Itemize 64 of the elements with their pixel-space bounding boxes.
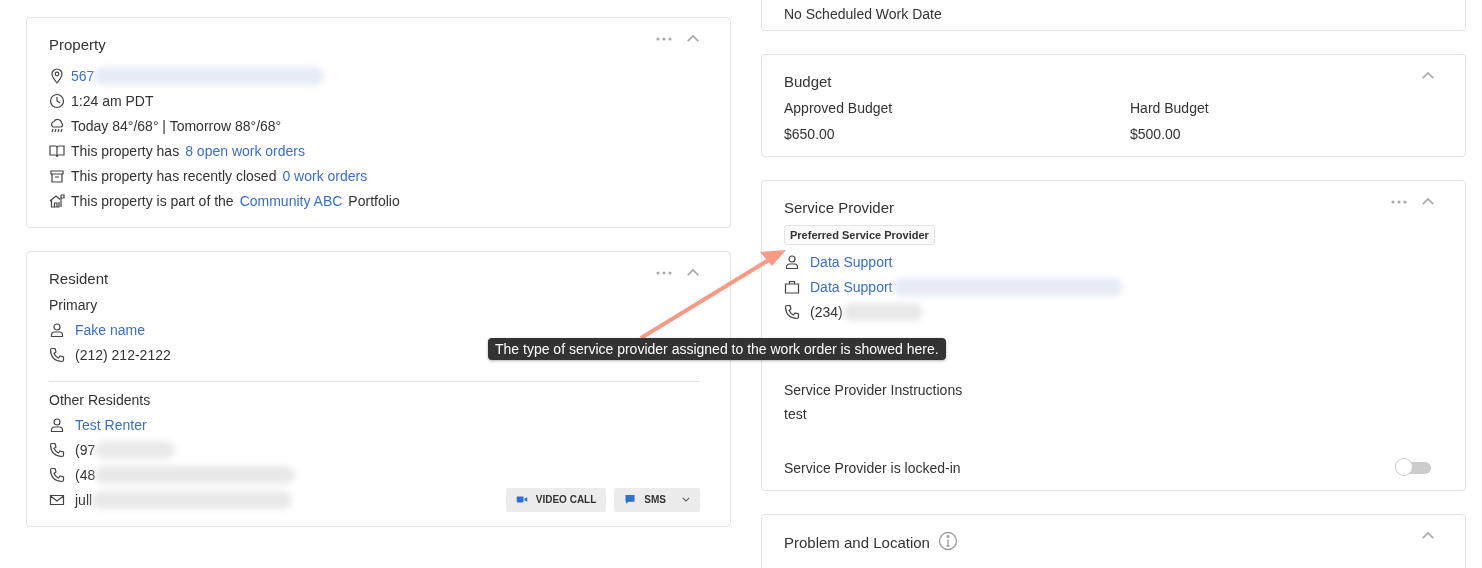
property-link[interactable]: Community ABC: [239, 192, 343, 209]
more-options-icon[interactable]: [1391, 199, 1407, 204]
phone-number: (97: [75, 441, 96, 458]
person-icon: [784, 253, 800, 270]
caret-down-icon: [682, 497, 690, 502]
house-flag-icon: [49, 192, 65, 209]
property-link[interactable]: 567: [71, 67, 95, 84]
section-label: Other Residents: [49, 392, 152, 408]
budget-label: Hard Budget: [1130, 100, 1210, 116]
phone-number: (212) 212-2122: [75, 346, 171, 363]
more-options-icon[interactable]: [656, 36, 672, 41]
property-link[interactable]: 8 open work orders: [185, 142, 305, 159]
email-address: jull: [75, 491, 93, 508]
provider-contact-link[interactable]: Data Support: [810, 253, 893, 270]
property-link[interactable]: 0 work orders: [282, 167, 368, 184]
collapse-icon[interactable]: [1421, 71, 1435, 80]
card-title: Budget: [784, 73, 832, 90]
video-call-button[interactable]: VIDEO CALL: [505, 487, 607, 512]
person-icon: [49, 416, 65, 433]
card-title: Resident: [49, 270, 109, 287]
more-options-icon[interactable]: [656, 270, 672, 275]
phone-icon: [49, 441, 65, 458]
location-pin-icon: [49, 67, 65, 84]
video-camera-icon: [515, 494, 528, 505]
locked-in-label: Service Provider is locked-in: [784, 460, 961, 476]
briefcase-icon: [784, 278, 800, 295]
phone-icon: [49, 466, 65, 483]
phone-icon: [784, 303, 800, 320]
info-text: Portfolio: [348, 192, 400, 209]
tooltip: The type of service provider assigned to the work order is showed here.: [488, 338, 946, 360]
schedule-text: No Scheduled Work Date: [784, 6, 942, 22]
budget-label: Approved Budget: [784, 100, 894, 116]
collapse-icon[interactable]: [686, 268, 700, 277]
budget-value: $650.00: [784, 126, 836, 142]
provider-company-link[interactable]: Data Support: [810, 278, 893, 295]
phone-number: (234): [810, 303, 843, 320]
section-label: Service Provider Instructions: [784, 382, 964, 398]
instructions-text: test: [784, 406, 808, 422]
provider-type-tag: Preferred Service Provider: [784, 225, 935, 245]
resident-name-link[interactable]: Fake name: [75, 321, 146, 338]
card-title: Problem and Location: [784, 533, 930, 551]
collapse-icon[interactable]: [1421, 197, 1435, 206]
card-title: Service Provider: [784, 199, 895, 216]
rain-cloud-icon: [49, 117, 65, 134]
phone-icon: [49, 346, 65, 363]
resident-name-link[interactable]: Test Renter: [75, 416, 147, 433]
person-icon: [49, 321, 65, 338]
collapse-icon[interactable]: [1421, 531, 1435, 540]
info-text: This property has: [71, 142, 180, 159]
info-text: Today 84°/68° | Tomorrow 88°/68°: [71, 117, 282, 134]
collapse-icon[interactable]: [686, 34, 700, 43]
chat-bubble-icon: [624, 494, 637, 505]
book-icon: [49, 142, 65, 159]
card-title: Property: [49, 36, 106, 53]
section-label: Primary: [49, 297, 99, 313]
sms-button[interactable]: SMS: [614, 487, 700, 512]
info-icon[interactable]: [937, 531, 958, 551]
info-text: This property has recently closed: [71, 167, 277, 184]
info-text: 1:24 am PDT: [71, 92, 154, 109]
phone-number: (48: [75, 466, 96, 483]
info-text: This property is part of the: [71, 192, 234, 209]
budget-value: $500.00: [1130, 126, 1182, 142]
clock-icon: [49, 92, 65, 109]
archive-box-icon: [49, 167, 65, 184]
